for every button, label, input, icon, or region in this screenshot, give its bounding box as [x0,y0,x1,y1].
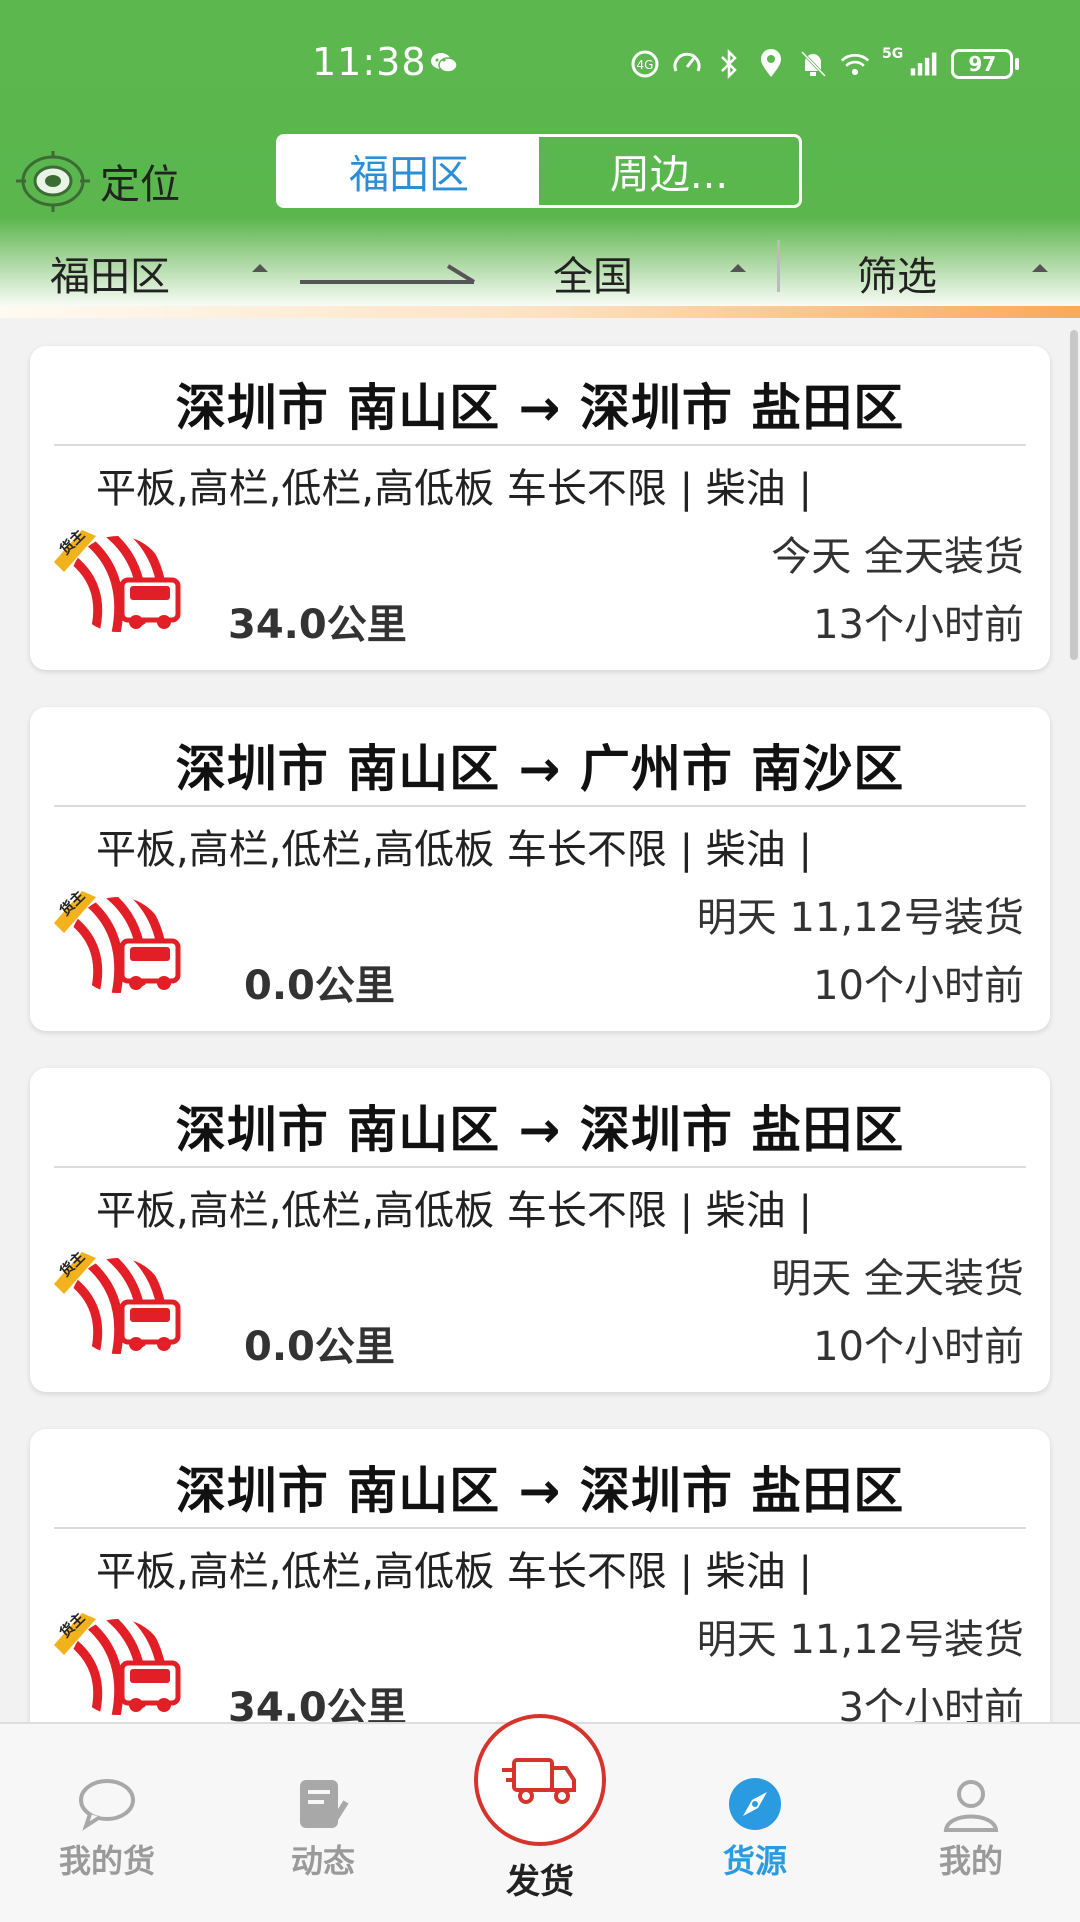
posted-time: 13个小时前 [813,602,1024,648]
load-time: 明天 11,12号装货 [696,895,1024,941]
screen-filter[interactable]: 筛选 [857,244,937,302]
post-cargo-button[interactable] [474,1714,606,1846]
locate-crosshair-icon [16,151,90,212]
compass-icon [729,1778,781,1830]
shipper-logo-icon: 货主 [52,1244,192,1364]
route-title: 深圳市 南山区 → 广州市 南沙区 [175,740,905,798]
filter-row: 福田区 全国 筛选 [0,232,1080,302]
status-icons: 4G 5G 97 [630,44,1020,84]
cargo-card[interactable]: 深圳市 南山区 → 深圳市 盐田区平板,高栏,低栏,高低板 车长不限 | 柴油 … [30,1429,1050,1722]
card-divider [54,444,1026,446]
wifi-icon [840,49,870,79]
nav-my-cargo[interactable]: 我的货 [22,1774,192,1882]
shipper-logo-icon: 货主 [52,883,192,1003]
distance: 34.0公里 [228,1685,407,1722]
location-pin-icon [756,49,786,79]
chat-bubble-icon [79,1779,135,1831]
speed-icon [672,49,702,79]
cargo-card[interactable]: 深圳市 南山区 → 深圳市 盐田区平板,高栏,低栏,高低板 车长不限 | 柴油 … [30,1068,1050,1392]
nav-label-cargo-source: 货源 [722,1842,787,1880]
load-time: 明天 11,12号装货 [696,1617,1024,1663]
network-type: 5G [882,46,904,62]
tab-futian[interactable]: 福田区 [279,137,539,205]
vehicle-spec: 平板,高栏,低栏,高低板 车长不限 | 柴油 | [96,466,812,512]
destination-filter[interactable]: 全国 [553,244,633,302]
card-divider [54,1527,1026,1529]
svg-text:4G: 4G [637,58,654,72]
bottom-nav: 我的货 动态 发货 货源 我的 [0,1714,1080,1922]
vehicle-spec: 平板,高栏,低栏,高低板 车长不限 | 柴油 | [96,827,812,873]
distance: 0.0公里 [244,963,395,1009]
wechat-icon [431,53,458,73]
nav-activity[interactable]: 动态 [238,1774,408,1882]
nav-cargo-source[interactable]: 货源 [670,1774,840,1882]
posted-time: 3个小时前 [838,1685,1024,1722]
vehicle-spec: 平板,高栏,低栏,高低板 车长不限 | 柴油 | [96,1188,812,1234]
nav-label-my-cargo: 我的货 [58,1842,155,1880]
location-label: 定位 [100,162,180,208]
origin-filter[interactable]: 福田区 [50,244,170,302]
posted-time: 10个小时前 [813,1324,1024,1370]
shipper-logo-icon: 货主 [52,522,192,642]
posted-time: 10个小时前 [813,963,1024,1009]
route-title: 深圳市 南山区 → 深圳市 盐田区 [175,1101,905,1159]
nav-me[interactable]: 我的 [886,1774,1056,1882]
vehicle-spec: 平板,高栏,低栏,高低板 车长不限 | 柴油 | [96,1549,812,1595]
load-time: 明天 全天装货 [771,1256,1024,1302]
nav-label-me: 我的 [938,1842,1003,1880]
edit-doc-icon [300,1780,349,1828]
person-icon [943,1780,999,1832]
status-time: 11:38 [312,40,427,84]
cargo-card[interactable]: 深圳市 南山区 → 深圳市 盐田区平板,高栏,低栏,高低板 车长不限 | 柴油 … [30,346,1050,670]
hd-call-icon: 4G [630,49,660,79]
route-title: 深圳市 南山区 → 深圳市 盐田区 [175,379,905,437]
nav-label-post: 发货 [506,1862,574,1902]
scrollbar[interactable] [1070,330,1078,660]
location-button[interactable]: 定位 [16,148,180,214]
route-arrow-icon [300,264,476,284]
distance: 34.0公里 [228,602,407,648]
battery-icon: 97 [951,49,1020,79]
area-tabs: 福田区 周边... [276,134,802,208]
status-bar: 11:38 4G 5G 97 [0,0,1080,130]
tab-nearby[interactable]: 周边... [539,137,799,205]
nav-label-activity: 动态 [290,1842,355,1880]
bluetooth-icon [714,49,744,79]
shipper-logo-icon: 货主 [52,1605,192,1722]
battery-level: 97 [951,49,1014,79]
distance: 0.0公里 [244,1324,395,1370]
card-divider [54,805,1026,807]
card-divider [54,1166,1026,1168]
route-title: 深圳市 南山区 → 深圳市 盐田区 [175,1462,905,1520]
filter-divider [777,240,780,292]
origin-caret-icon [252,264,268,272]
header-accent-line [0,306,1080,318]
truck-icon [502,1758,576,1804]
load-time: 今天 全天装货 [771,534,1024,580]
signal-icon [909,49,939,79]
cargo-list: 深圳市 南山区 → 深圳市 盐田区平板,高栏,低栏,高低板 车长不限 | 柴油 … [0,318,1080,1722]
filter-caret-icon [1032,264,1048,272]
destination-caret-icon [730,264,746,272]
header: 11:38 4G 5G 97 定位 福田区 周边... 福田区 全国 筛选 [0,0,1080,318]
mute-bell-icon [798,49,828,79]
cargo-card[interactable]: 深圳市 南山区 → 广州市 南沙区平板,高栏,低栏,高低板 车长不限 | 柴油 … [30,707,1050,1031]
